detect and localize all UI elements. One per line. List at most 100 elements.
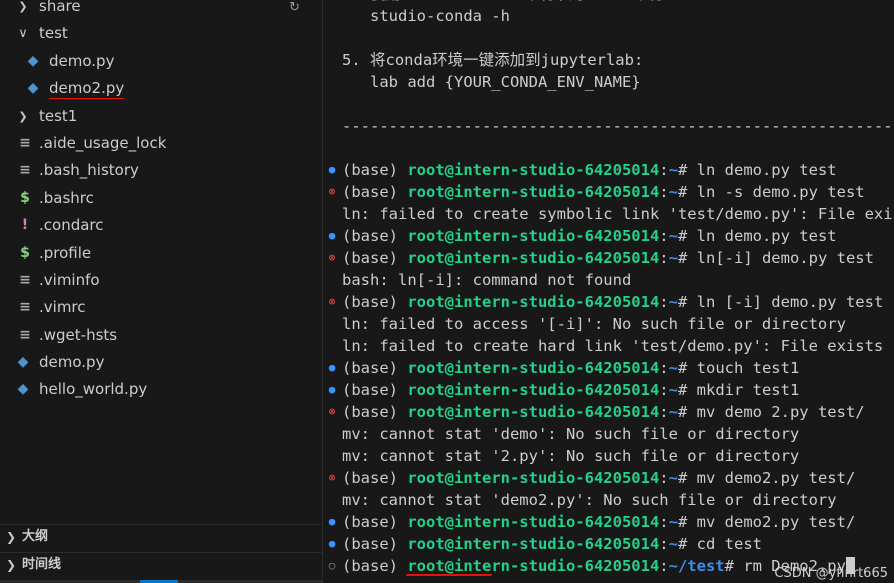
file-item[interactable]: ◆ demo.py [0, 48, 322, 75]
line-text: (base) root@intern-studio-64205014:~# ln… [342, 247, 874, 269]
file-item[interactable]: ◆ hello_world.py [0, 376, 322, 403]
prompt-cwd: ~ [668, 403, 678, 421]
file-tree: ❯ share ∨ test ◆ demo.py ◆ demo2.py ❯ test1 ≡ .aide… [0, 0, 322, 404]
outline-panel-header[interactable]: ❯ 大纲 [0, 524, 322, 549]
command-text: ln[-i] demo.py test [696, 249, 874, 267]
file-item[interactable]: ≡ .wget-hsts [0, 322, 322, 349]
command-success-icon[interactable]: ● [326, 225, 338, 247]
command-text: mkdir test1 [696, 381, 800, 399]
dollar-icon: $ [20, 189, 30, 206]
prompt-user: root@intern-studio-64205014 [407, 381, 660, 399]
prompt-separator: : [659, 359, 669, 377]
prompt-cwd: ~ [668, 513, 678, 531]
item-label: share [39, 0, 81, 15]
dollar-icon: $ [20, 244, 30, 261]
prompt-cwd: ~ [668, 469, 678, 487]
conda-env-label: (base) [342, 249, 408, 267]
line-text: ln: failed to create hard link 'test/dem… [342, 337, 884, 355]
lines-icon: ≡ [19, 134, 31, 151]
item-label: test1 [39, 106, 78, 125]
timeline-panel-header[interactable]: ❯ 时间线 [0, 552, 322, 577]
line-text: ----------------------------------------… [342, 117, 894, 135]
command-success-icon[interactable]: ● [326, 379, 338, 401]
prompt-user: root@intern-studio-64205014 [407, 359, 660, 377]
file-item[interactable]: $ .profile [0, 240, 322, 267]
command-text: mv demo 2.py test/ [696, 403, 865, 421]
line-text: lab add {YOUR_CONDA_ENV_NAME} [342, 73, 641, 91]
file-item[interactable]: ≡ .vimrc [0, 294, 322, 321]
prompt-cwd: ~ [668, 183, 678, 201]
prompt-cwd: ~ [668, 161, 678, 179]
command-text: ln -s demo.py test [696, 183, 865, 201]
terminal-output-line: ln: failed to create symbolic link 'test… [323, 203, 894, 225]
command-success-icon[interactable]: ● [326, 511, 338, 533]
terminal-command-line: ⊗ (base) root@intern-studio-64205014:~# l… [323, 247, 894, 269]
prompt-user: root@intern-studio-64205014 [407, 293, 660, 311]
line-text: (base) root@intern-studio-64205014:~# cd… [342, 533, 762, 555]
command-text: mv demo2.py test/ [696, 469, 856, 487]
command-error-icon[interactable]: ⊗ [326, 247, 338, 269]
conda-env-label: (base) [342, 381, 408, 399]
prompt-symbol: # [677, 183, 697, 201]
command-text: ln demo.py test [696, 227, 837, 245]
command-success-icon[interactable]: ● [326, 533, 338, 555]
line-text: mv: cannot stat 'demo2.py': No such file… [342, 491, 837, 509]
terminal-panel[interactable]: 4. 使用intern studio环境中的conda环境: studio-co… [323, 0, 894, 583]
python-icon: ◆ [17, 381, 29, 398]
terminal-command-line: ● (base) root@intern-studio-64205014:~# m… [323, 379, 894, 401]
timeline-label: 时间线 [22, 557, 62, 572]
item-label: .vimrc [39, 298, 86, 317]
line-text: (base) root@intern-studio-64205014:~# mv… [342, 401, 865, 423]
conda-env-label: (base) [342, 161, 408, 179]
prompt-cwd: ~ [668, 249, 678, 267]
file-item[interactable]: ◆ demo.py [0, 349, 322, 376]
python-icon: ◆ [27, 52, 39, 69]
command-success-icon[interactable]: ● [326, 159, 338, 181]
refresh-icon[interactable]: ↻ [289, 0, 300, 15]
line-text: (base) root@intern-studio-64205014:~# ln… [342, 225, 837, 247]
file-item[interactable]: ≡ .viminfo [0, 267, 322, 294]
item-label: .bashrc [39, 188, 94, 207]
command-success-icon[interactable]: ● [326, 357, 338, 379]
command-error-icon[interactable]: ⊗ [326, 467, 338, 489]
terminal-command-line: ● (base) root@intern-studio-64205014:~# l… [323, 225, 894, 247]
chevron-right-icon: ❯ [6, 530, 17, 544]
prompt-user: root@intern-studio-64205014 [407, 469, 660, 487]
prompt-symbol: # [677, 359, 697, 377]
terminal-output-line: ln: failed to create hard link 'test/dem… [323, 335, 894, 357]
item-label: hello_world.py [39, 380, 148, 399]
command-error-icon[interactable]: ⊗ [326, 401, 338, 423]
conda-env-label: (base) [342, 557, 408, 575]
lines-icon: ≡ [19, 271, 31, 288]
folder-item[interactable]: ∨ test [0, 20, 322, 47]
folder-item[interactable]: ❯ share [0, 0, 322, 20]
chevron-right-icon: ❯ [18, 0, 28, 13]
command-pending-icon[interactable]: ○ [326, 555, 338, 577]
chevron-right-icon: ❯ [6, 558, 17, 572]
line-text: bash: ln[-i]: command not found [342, 271, 632, 289]
terminal-command-line: ● (base) root@intern-studio-64205014:~# m… [323, 511, 894, 533]
file-item[interactable]: ◆ demo2.py [0, 75, 322, 102]
terminal-command-line: ⊗ (base) root@intern-studio-64205014:~# m… [323, 467, 894, 489]
item-label: demo2.py [49, 79, 125, 98]
prompt-user: root@intern-studio-64205014 [407, 403, 660, 421]
lines-icon: ≡ [19, 299, 31, 316]
conda-env-label: (base) [342, 535, 408, 553]
file-item[interactable]: $ .bashrc [0, 185, 322, 212]
file-item[interactable]: ! .condarc [0, 212, 322, 239]
prompt-user: root@intern-studio-64205014 [407, 513, 660, 531]
prompt-symbol: # [677, 249, 697, 267]
command-error-icon[interactable]: ⊗ [326, 291, 338, 313]
prompt-separator: : [659, 227, 669, 245]
folder-item[interactable]: ❯ test1 [0, 103, 322, 130]
prompt-symbol: # [677, 535, 697, 553]
item-label: .wget-hsts [39, 325, 118, 344]
file-item[interactable]: ≡ .aide_usage_lock [0, 130, 322, 157]
prompt-cwd: ~ [668, 293, 678, 311]
terminal-command-line: ⊗ (base) root@intern-studio-64205014:~# l… [323, 181, 894, 203]
conda-env-label: (base) [342, 513, 408, 531]
item-label: demo.py [49, 51, 115, 70]
file-item[interactable]: ≡ .bash_history [0, 157, 322, 184]
command-error-icon[interactable]: ⊗ [326, 181, 338, 203]
